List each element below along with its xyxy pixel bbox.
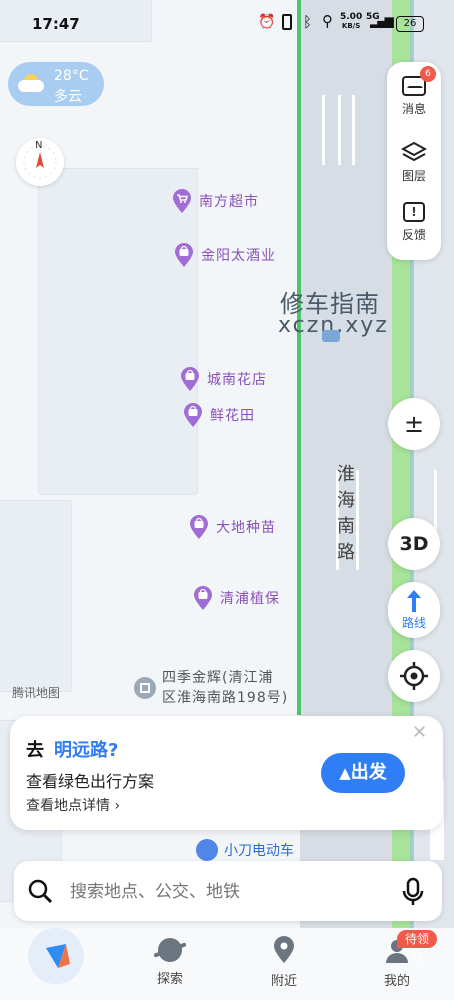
- poi-bag-icon: [173, 242, 195, 268]
- route-label: 路线: [401, 616, 426, 630]
- bottom-tab-bar: 探索 附近 我的 待领取: [0, 928, 454, 1000]
- tab-mine[interactable]: 我的 待领取: [357, 928, 437, 1000]
- close-card-icon[interactable]: ✕: [412, 722, 427, 743]
- locate-me-button[interactable]: [388, 650, 440, 702]
- poi-bag-icon: [179, 366, 201, 392]
- poi-xiaodao-ebike[interactable]: 小刀电动车: [196, 839, 294, 861]
- poi-label: 金阳太酒业: [201, 248, 276, 264]
- poi-siji-jinhui[interactable]: 四季金辉(清江浦 区淮海南路198号): [134, 668, 288, 708]
- poi-jinyangtai[interactable]: 金阳太酒业: [173, 242, 276, 268]
- poi-qingpu-zhibao[interactable]: 清浦植保: [192, 585, 280, 611]
- poi-shop-icon: [171, 188, 193, 214]
- location-pin-icon: [274, 936, 294, 963]
- poi-label: 城南花店: [207, 372, 267, 388]
- lane-marking: [352, 95, 355, 165]
- tab-home[interactable]: [16, 928, 96, 1000]
- search-icon: [28, 879, 53, 904]
- status-bar: 17:47 ⏰ ᛒ ⚲ 5.00 KB/S 5G ▂▄▆ 26: [0, 0, 454, 48]
- tab-mine-label: 我的: [383, 974, 410, 989]
- chevron-right-icon: ›: [114, 798, 121, 814]
- mail-icon: 6: [402, 66, 436, 96]
- poi-xianhuatian[interactable]: 鲜花田: [182, 402, 255, 428]
- planet-icon: [153, 938, 187, 962]
- map-attribution: 腾讯地图: [12, 686, 61, 700]
- poi-label: 鲜花田: [210, 408, 255, 424]
- map-block: [0, 500, 72, 692]
- tab-explore[interactable]: 探索: [130, 928, 210, 1000]
- green-travel-link[interactable]: 查看绿色出行方案: [26, 768, 154, 792]
- weather-desc: 多云: [54, 89, 82, 105]
- road-edge-green: [297, 0, 301, 715]
- messages-badge: 6: [420, 66, 436, 82]
- feedback-icon: !: [403, 202, 425, 222]
- poi-label: 小刀电动车: [224, 843, 294, 859]
- poi-label: 南方超市: [199, 194, 259, 210]
- road-name-label: 淮海南路: [337, 464, 355, 563]
- status-time: 17:47: [32, 15, 80, 33]
- poi-building-icon: [134, 677, 156, 699]
- vibrate-icon: [282, 14, 292, 30]
- layers-icon: [400, 141, 428, 162]
- alarm-icon: ⏰: [258, 14, 276, 30]
- poi-dadi-seedling[interactable]: 大地种苗: [188, 514, 276, 540]
- tab-nearby-label: 附近: [270, 974, 297, 989]
- layers-button[interactable]: 图层: [387, 140, 441, 184]
- location-icon: ⚲: [322, 12, 333, 30]
- compass-needle-icon: [23, 145, 57, 179]
- net-speed: 5.00 KB/S: [340, 12, 363, 31]
- compass-button[interactable]: N: [16, 138, 64, 186]
- messages-button[interactable]: 6 消息: [387, 66, 441, 117]
- feedback-label: 反馈: [401, 228, 426, 242]
- home-logo-icon: [28, 928, 84, 984]
- layers-label: 图层: [401, 169, 426, 183]
- poi-bag-icon: [192, 585, 214, 611]
- destination-card[interactable]: 去 明远路? 查看绿色出行方案 查看地点详情 › ✕ ▲出发: [10, 716, 443, 830]
- destination-name[interactable]: 明远路?: [54, 736, 118, 762]
- go-button[interactable]: ▲出发: [321, 753, 405, 793]
- mine-reward-badge: 待领取: [397, 930, 437, 964]
- poi-chengnan-flower[interactable]: 城南花店: [179, 366, 267, 392]
- go-prefix: 去: [26, 740, 44, 761]
- search-bar[interactable]: [14, 861, 442, 921]
- poi-label: 清浦植保: [220, 591, 280, 607]
- microphone-icon[interactable]: [402, 877, 424, 907]
- cloudy-icon: [18, 74, 44, 92]
- weather-widget[interactable]: 28°C 多云: [8, 62, 104, 106]
- poi-nanfang-supermarket[interactable]: 南方超市: [171, 188, 259, 214]
- tab-explore-label: 探索: [156, 972, 183, 987]
- poi-label: 区淮海南路198号): [162, 690, 289, 706]
- map-block: [38, 168, 198, 495]
- place-detail-link[interactable]: 查看地点详情 ›: [26, 795, 120, 815]
- poi-bag-icon: [182, 402, 204, 428]
- signal-icon: ▂▄▆: [370, 14, 394, 28]
- search-input[interactable]: [68, 875, 382, 909]
- bluetooth-icon: ᛒ: [303, 13, 313, 31]
- route-button[interactable]: 路线: [388, 582, 440, 638]
- right-tools-panel: 6 消息 图层 ! 反馈: [387, 62, 441, 260]
- tab-nearby[interactable]: 附近: [244, 928, 324, 1000]
- poi-bag-icon: [188, 514, 210, 540]
- weather-temp: 28°C: [54, 68, 89, 84]
- messages-label: 消息: [401, 102, 426, 116]
- poi-vehicle-icon: [196, 839, 218, 861]
- battery-icon: 26: [396, 16, 424, 32]
- navigate-arrow-icon: ▲: [339, 764, 351, 782]
- poi-label: 四季金辉(清江浦: [162, 670, 274, 686]
- locate-target-icon: [400, 662, 428, 690]
- 3d-toggle-button[interactable]: 3D: [388, 518, 440, 570]
- poi-label: 大地种苗: [216, 520, 276, 536]
- route-arrow-icon: [407, 590, 421, 612]
- lane-marking: [338, 95, 341, 165]
- bus-stop-icon[interactable]: [322, 330, 340, 342]
- zoom-button[interactable]: ±: [388, 398, 440, 450]
- lane-marking: [322, 95, 325, 165]
- feedback-button[interactable]: ! 反馈: [387, 202, 441, 243]
